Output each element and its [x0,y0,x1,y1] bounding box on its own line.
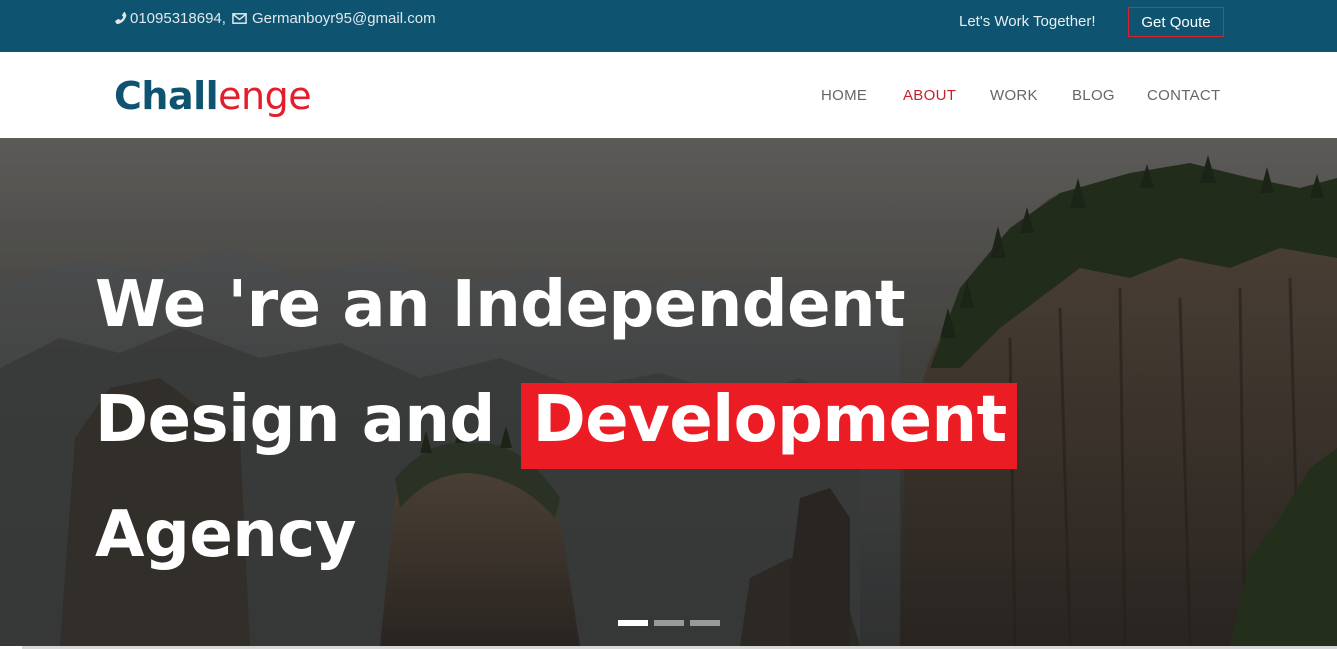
hero-headline: We 're an Independent Design and Develop… [95,248,1017,593]
slide-indicator-3[interactable] [690,620,720,626]
nav-item-home[interactable]: HOME [821,87,867,104]
nav-item-about[interactable]: ABOUT [903,87,956,104]
slide-indicator-2[interactable] [654,620,684,626]
phone-number[interactable]: 01095318694, [130,10,226,27]
nav-item-work[interactable]: WORK [990,87,1038,104]
slider-indicators [618,620,720,626]
envelope-icon [232,11,247,26]
get-quote-button[interactable]: Get Qoute [1128,7,1224,37]
hero-highlight: Development [520,383,1017,469]
phone-icon [114,11,129,26]
main-header: Challenge HOME ABOUT WORK BLOG CONTACT [0,52,1337,138]
hero-slider: We 're an Independent Design and Develop… [0,138,1337,646]
main-nav: HOME ABOUT WORK BLOG CONTACT [0,87,1337,107]
top-contact-bar: 01095318694, Germanboyr95@gmail.com Let'… [0,0,1337,52]
hero-line-3: Agency [95,498,356,572]
slide-indicator-1[interactable] [618,620,648,626]
nav-item-contact[interactable]: CONTACT [1147,87,1220,104]
tagline-text: Let's Work Together! [959,13,1096,30]
nav-item-blog[interactable]: BLOG [1072,87,1115,104]
hero-line-1: We 're an Independent [95,268,906,342]
hero-line-2-prefix: Design and [95,383,495,457]
email-address[interactable]: Germanboyr95@gmail.com [252,10,436,27]
contact-info: 01095318694, Germanboyr95@gmail.com [114,10,436,27]
hero-line-2: Design and Development [95,363,1017,478]
